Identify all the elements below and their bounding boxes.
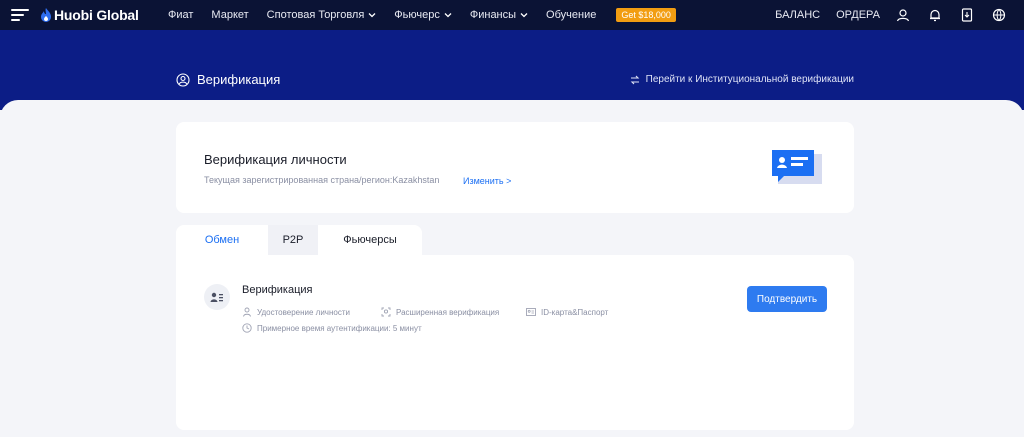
header-banner [0, 30, 1024, 110]
top-nav: Huobi Global Фиат Маркет Спотовая Торгов… [0, 0, 1024, 30]
institutional-link-label: Перейти к Институциональной верификации [645, 74, 854, 85]
confirm-button[interactable]: Подтвердить [747, 286, 827, 312]
globe-icon[interactable] [992, 8, 1006, 22]
nav-link-label: Финансы [469, 9, 517, 21]
verification-card: Верификация Удостоверение личности Расши… [176, 255, 854, 430]
tab-exchange[interactable]: Обмен [176, 225, 268, 255]
feature-time: Примерное время аутентификации: 5 минут [242, 323, 422, 333]
tab-futures[interactable]: Фьючерсы [318, 225, 422, 255]
institutional-verification-link[interactable]: Перейти к Институциональной верификации [630, 74, 854, 85]
feature-identity: Удостоверение личности [242, 307, 350, 317]
person-icon [243, 307, 251, 317]
user-icon[interactable] [896, 8, 910, 22]
nav-link-futures[interactable]: Фьючерс [394, 9, 452, 21]
flame-icon [41, 7, 51, 22]
verification-title: Верификация [242, 284, 313, 296]
swap-icon [630, 75, 639, 84]
tab-label: Фьючерсы [343, 234, 397, 246]
download-icon[interactable] [960, 8, 974, 22]
nav-link-label: Спотовая Торговля [266, 9, 365, 21]
change-country-link[interactable]: Изменить > [463, 176, 511, 186]
nav-link-label: Фиат [168, 9, 194, 21]
tab-label: P2P [282, 234, 304, 246]
menu-icon[interactable] [11, 9, 29, 21]
nav-link-market[interactable]: Маркет [211, 9, 248, 21]
page-header: Верификация [176, 72, 280, 87]
feature-label: Удостоверение личности [257, 307, 350, 317]
chevron-down-icon [444, 13, 452, 18]
nav-link-label: Обучение [546, 9, 597, 21]
nav-right: БАЛАНС ОРДЕРА [775, 0, 1024, 30]
feature-label: ID-карта&Паспорт [541, 307, 609, 317]
nav-link-fiat[interactable]: Фиат [168, 9, 193, 21]
clock-icon [242, 323, 252, 333]
chevron-down-icon [368, 13, 376, 18]
tab-label: Обмен [204, 234, 240, 246]
identity-card-title: Верификация личности [204, 152, 347, 167]
face-scan-icon [381, 307, 391, 317]
id-card-illustration [772, 150, 822, 184]
nav-link-label: Фьючерс [394, 9, 440, 21]
verification-avatar [204, 284, 230, 310]
bell-icon[interactable] [928, 8, 942, 22]
main-menu: Фиат Маркет Спотовая Торговля Фьючерс Фи… [168, 0, 676, 30]
orders-link[interactable]: ОРДЕРА [836, 9, 880, 21]
nav-link-finance[interactable]: Финансы [470, 9, 528, 21]
chevron-down-icon [520, 13, 528, 18]
identity-card: Верификация личности Текущая зарегистрир… [176, 122, 854, 213]
feature-advanced: Расширенная верификация [381, 307, 499, 317]
tab-p2p[interactable]: P2P [260, 225, 326, 255]
id-card-icon [526, 308, 536, 316]
feature-label: Примерное время аутентификации: 5 минут [257, 323, 422, 333]
brand-name: Huobi Global [54, 7, 139, 23]
nav-link-label: Маркет [211, 9, 249, 21]
id-user-icon [210, 292, 223, 302]
nav-link-learn[interactable]: Обучение [546, 9, 596, 21]
country-text: Текущая зарегистрированная страна/регион… [204, 175, 440, 185]
nav-link-spot[interactable]: Спотовая Торговля [267, 9, 377, 21]
feature-label: Расширенная верификация [396, 307, 500, 317]
user-circle-icon [176, 72, 190, 87]
gift-badge[interactable]: Get $18,000 [616, 8, 676, 22]
brand-logo[interactable]: Huobi Global [40, 7, 139, 23]
page-title: Верификация [197, 72, 281, 87]
feature-document: ID-карта&Паспорт [526, 307, 608, 317]
balance-link[interactable]: БАЛАНС [775, 9, 820, 21]
